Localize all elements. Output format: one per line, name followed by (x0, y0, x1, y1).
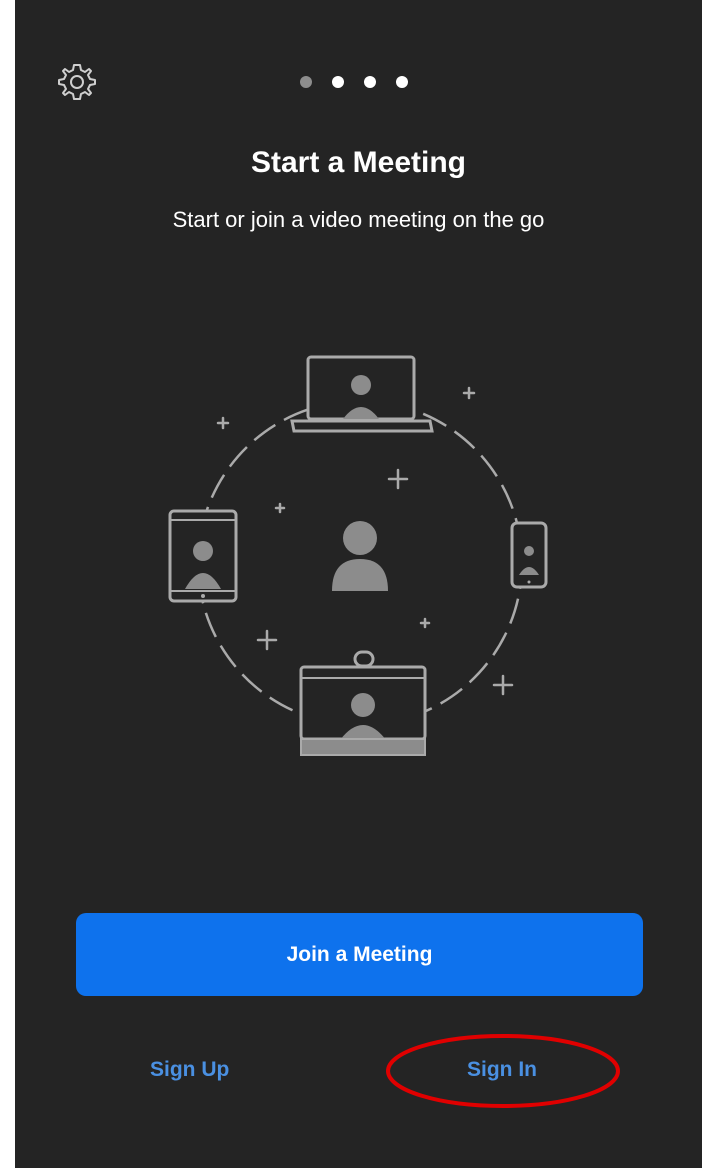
page-dot-2[interactable] (332, 76, 344, 88)
page-indicator (300, 74, 430, 90)
page-dot-4[interactable] (396, 76, 408, 88)
gear-icon (58, 64, 96, 100)
join-meeting-button[interactable]: Join a Meeting (76, 913, 643, 996)
video-meeting-illustration (168, 355, 548, 756)
room-system-icon (299, 650, 427, 756)
page-dot-3[interactable] (364, 76, 376, 88)
settings-button[interactable] (57, 62, 97, 102)
tablet-icon (168, 509, 238, 603)
laptop-icon (290, 355, 434, 433)
sign-up-link[interactable]: Sign Up (150, 1058, 229, 1082)
page-subtitle: Start or join a video meeting on the go (172, 207, 545, 232)
sign-in-link[interactable]: Sign In (467, 1058, 537, 1082)
page-title: Start a Meeting (250, 146, 467, 179)
page-dot-1[interactable] (300, 76, 312, 88)
phone-icon (510, 521, 548, 589)
person-icon (332, 521, 388, 591)
